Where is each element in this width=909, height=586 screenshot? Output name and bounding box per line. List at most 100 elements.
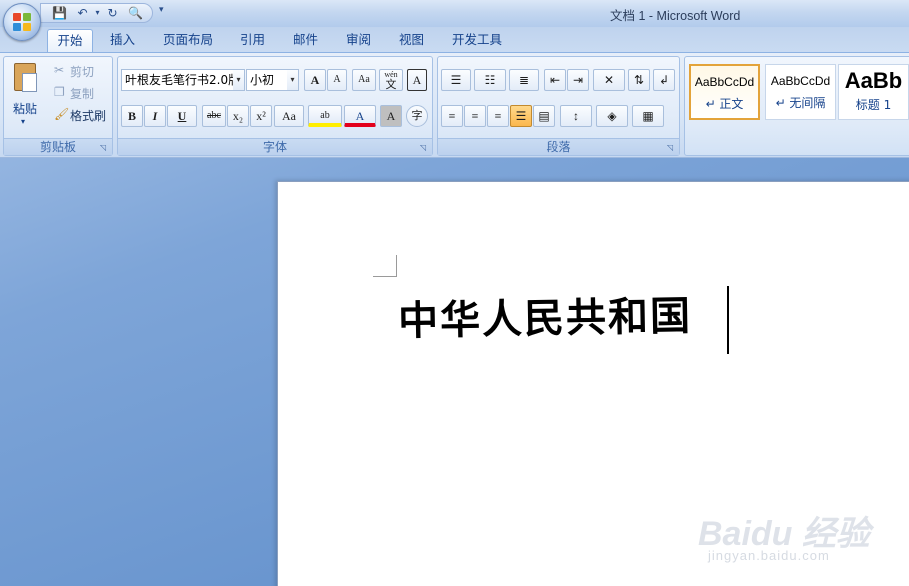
align-right-icon: ≡ xyxy=(494,109,502,123)
align-center-icon: ≡ xyxy=(471,109,479,123)
tab-view[interactable]: 视图 xyxy=(389,29,434,53)
style-name: 标题 1 xyxy=(855,98,892,112)
justify-button[interactable]: ☰ xyxy=(510,105,532,127)
style-normal[interactable]: AaBbCcDd ↵ 正文 xyxy=(689,64,760,120)
change-case-button[interactable]: Aa xyxy=(274,105,304,127)
style-sample: AaBb xyxy=(844,68,903,93)
tab-references[interactable]: 引用 xyxy=(230,29,275,53)
borders-icon: ▦ xyxy=(642,109,654,123)
redo-icon[interactable]: ↻ xyxy=(104,5,121,21)
align-right-button[interactable]: ≡ xyxy=(487,105,509,127)
strikethrough-button[interactable]: abc xyxy=(202,105,226,127)
format-painter-icon: 🖌 xyxy=(54,107,70,121)
show-marks-button[interactable]: ↲ xyxy=(653,69,675,91)
tab-insert[interactable]: 插入 xyxy=(100,29,145,53)
clipboard-launcher-icon[interactable]: ◹ xyxy=(100,143,109,152)
clipboard-group-label: 剪贴板 xyxy=(4,138,112,155)
highlight-button[interactable]: ab xyxy=(308,105,342,127)
tab-home[interactable]: 开始 xyxy=(47,29,93,53)
grow-font-button[interactable]: A xyxy=(304,69,326,91)
sort-icon: ⇅ xyxy=(633,73,645,87)
chevron-down-icon[interactable]: ▾ xyxy=(287,70,298,90)
margin-corner-mark xyxy=(373,255,397,277)
style-name: ↵ 正文 xyxy=(705,97,744,111)
font-color-button[interactable]: A xyxy=(344,105,376,127)
borders-button[interactable]: ▦ xyxy=(632,105,664,127)
multilevel-list-button[interactable]: ≣ xyxy=(509,69,539,91)
sort-button[interactable]: ⇅ xyxy=(628,69,650,91)
bullets-icon: ☰ xyxy=(450,73,462,87)
customize-qat-icon[interactable]: ▾ xyxy=(159,5,164,15)
print-preview-icon[interactable]: 🔍 xyxy=(127,5,144,21)
document-text[interactable]: 中华人民共和国 xyxy=(398,283,693,346)
tab-mailings[interactable]: 邮件 xyxy=(283,29,328,53)
font-name-combo[interactable]: 叶根友毛笔行书2.0版 ▾ xyxy=(121,69,245,91)
phonetic-guide-button[interactable]: wén 文 xyxy=(379,69,403,91)
window-title: 文档 1 - Microsoft Word xyxy=(610,9,741,23)
paint-bucket-icon: ◈ xyxy=(607,109,617,123)
chinese-layout-icon: ✕ xyxy=(603,73,615,87)
font-size-combo[interactable]: 小初 ▾ xyxy=(246,69,299,91)
justify-icon: ☰ xyxy=(515,109,527,123)
superscript-button[interactable]: x² xyxy=(250,105,272,127)
paragraph-group-label: 段落 xyxy=(438,138,679,155)
multilevel-list-icon: ≣ xyxy=(518,73,530,87)
tab-review[interactable]: 审阅 xyxy=(336,29,381,53)
numbering-button[interactable]: ☷ xyxy=(474,69,506,91)
italic-button[interactable]: I xyxy=(144,105,166,127)
font-group: 叶根友毛笔行书2.0版 ▾ 小初 ▾ A A Aa wén 文 A B I U … xyxy=(117,56,433,156)
ribbon-tabs: 开始 插入 页面布局 引用 邮件 审阅 视图 开发工具 xyxy=(0,27,909,53)
style-heading-1[interactable]: AaBb 标题 1 xyxy=(838,64,909,120)
paste-button[interactable]: 粘贴 xyxy=(13,100,37,117)
character-shading-button[interactable]: A xyxy=(380,105,402,127)
subscript-button[interactable]: x₂ xyxy=(227,105,249,127)
align-center-button[interactable]: ≡ xyxy=(464,105,486,127)
font-group-label: 字体 xyxy=(118,138,432,155)
baidu-watermark: Baidu 经验 jingyan.baidu.com xyxy=(698,488,878,578)
cut-icon: ✂ xyxy=(54,63,65,77)
increase-indent-button[interactable]: ⇥ xyxy=(567,69,589,91)
save-icon[interactable]: 💾 xyxy=(51,5,68,21)
font-launcher-icon[interactable]: ◹ xyxy=(420,143,429,152)
chevron-down-icon[interactable]: ▾ xyxy=(233,70,244,90)
paste-icon[interactable] xyxy=(12,61,40,95)
style-sample: AaBbCcDd xyxy=(770,74,831,88)
quick-access-toolbar: 💾 ↶ ▾ ↻ 🔍 xyxy=(40,3,153,23)
style-sample: AaBbCcDd xyxy=(694,75,755,89)
bold-button[interactable]: B xyxy=(121,105,143,127)
styles-group: AaBbCcDd ↵ 正文 AaBbCcDd ↵ 无间隔 AaBb 标题 1 xyxy=(684,56,909,156)
title-bar: 💾 ↶ ▾ ↻ 🔍 ▾ 文档 1 - Microsoft Word xyxy=(0,0,909,27)
paste-dropdown-icon[interactable]: ▾ xyxy=(21,117,25,126)
text-caret xyxy=(727,286,729,354)
paragraph-mark-icon: ↲ xyxy=(658,73,670,87)
format-painter-button[interactable]: 格式刷 xyxy=(70,107,106,124)
copy-icon: ❐ xyxy=(54,85,65,99)
chinese-layout-button[interactable]: ✕ xyxy=(593,69,625,91)
tab-developer[interactable]: 开发工具 xyxy=(444,29,510,53)
clear-format-button[interactable]: Aa xyxy=(352,69,376,91)
distributed-button[interactable]: ▤ xyxy=(533,105,555,127)
font-size-value: 小初 xyxy=(250,73,275,87)
tab-page-layout[interactable]: 页面布局 xyxy=(155,29,221,53)
copy-button[interactable]: 复制 xyxy=(70,85,94,102)
underline-button[interactable]: U xyxy=(167,105,197,127)
character-border-button[interactable]: A xyxy=(407,69,427,91)
font-name-value: 叶根友毛笔行书2.0版 xyxy=(125,73,241,87)
enclose-characters-button[interactable]: 字 xyxy=(406,105,428,127)
line-spacing-button[interactable]: ↕ xyxy=(560,105,592,127)
cut-button[interactable]: 剪切 xyxy=(70,63,94,80)
decrease-indent-button[interactable]: ⇤ xyxy=(544,69,566,91)
decrease-indent-icon: ⇤ xyxy=(549,73,561,87)
ribbon: 粘贴 ▾ ✂ 剪切 ❐ 复制 🖌 格式刷 剪贴板 ◹ 叶根友毛笔行书2.0版 ▾… xyxy=(0,52,909,158)
line-spacing-icon: ↕ xyxy=(573,109,579,123)
clipboard-group: 粘贴 ▾ ✂ 剪切 ❐ 复制 🖌 格式刷 剪贴板 ◹ xyxy=(3,56,113,156)
office-logo-icon xyxy=(13,13,32,32)
bullets-button[interactable]: ☰ xyxy=(441,69,471,91)
office-button[interactable] xyxy=(3,3,41,41)
style-no-spacing[interactable]: AaBbCcDd ↵ 无间隔 xyxy=(765,64,836,120)
paragraph-launcher-icon[interactable]: ◹ xyxy=(667,143,676,152)
align-left-button[interactable]: ≡ xyxy=(441,105,463,127)
align-left-icon: ≡ xyxy=(448,109,456,123)
shrink-font-button[interactable]: A xyxy=(327,69,347,91)
shading-button[interactable]: ◈ xyxy=(596,105,628,127)
